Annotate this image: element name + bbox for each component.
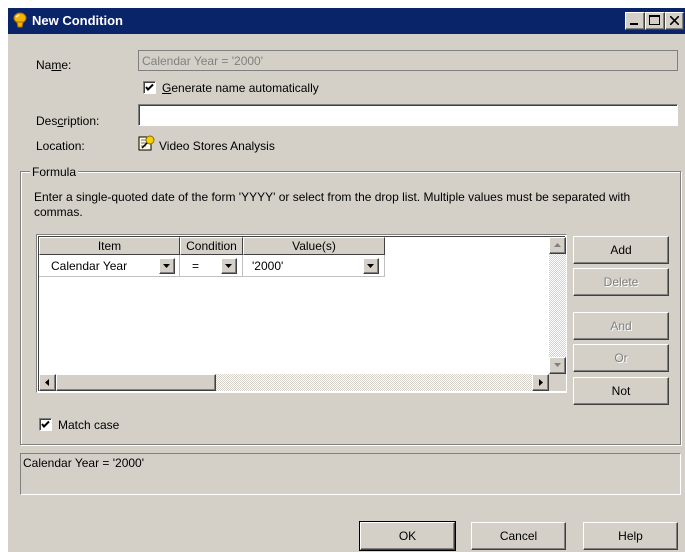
- business-area-icon: [138, 134, 156, 155]
- vertical-scrollbar[interactable]: [549, 237, 566, 374]
- preview-box: Calendar Year = '2000': [20, 453, 681, 495]
- or-button-label: Or: [614, 351, 628, 365]
- maximize-icon: [649, 15, 660, 25]
- not-button-label: Not: [611, 384, 631, 398]
- chevron-up-icon: [554, 243, 561, 247]
- column-header-condition[interactable]: Condition: [180, 237, 243, 255]
- preview-text: Calendar Year = '2000': [23, 456, 145, 470]
- item-dropdown-button[interactable]: [159, 258, 175, 274]
- or-button[interactable]: Or: [573, 344, 669, 372]
- cancel-button[interactable]: Cancel: [471, 522, 566, 550]
- values-value: '2000': [252, 259, 284, 273]
- close-icon: [670, 16, 679, 25]
- formula-group-label: Formula: [30, 165, 79, 179]
- chevron-down-icon: [163, 264, 170, 268]
- formula-grid: Item Condition Value(s) Calendar Year =: [36, 234, 567, 393]
- close-button[interactable]: [665, 12, 684, 30]
- scroll-right-button[interactable]: [532, 374, 549, 391]
- and-button-label: And: [610, 319, 632, 333]
- description-input[interactable]: [138, 104, 678, 126]
- checkmark-icon: [41, 420, 50, 428]
- chevron-left-icon: [45, 379, 49, 386]
- condition-value: =: [192, 259, 200, 273]
- ok-button[interactable]: OK: [360, 522, 455, 550]
- minimize-icon: [630, 23, 638, 25]
- formula-instructions: Enter a single-quoted date of the form '…: [34, 190, 631, 219]
- scroll-thumb[interactable]: [56, 374, 216, 391]
- add-button[interactable]: Add: [573, 236, 669, 264]
- location-value: Video Stores Analysis: [159, 139, 275, 153]
- minimize-button[interactable]: [625, 12, 645, 30]
- delete-button[interactable]: Delete: [573, 268, 669, 296]
- and-button[interactable]: And: [573, 312, 669, 340]
- horizontal-scrollbar[interactable]: [39, 374, 549, 391]
- maximize-button[interactable]: [645, 12, 665, 30]
- match-case-label[interactable]: Match case: [58, 418, 119, 432]
- table-row: Calendar Year = '2000': [39, 255, 385, 277]
- condition-cell[interactable]: =: [180, 255, 243, 277]
- new-condition-dialog: New Condition Name: Calendar Year = '200…: [8, 8, 685, 552]
- chevron-right-icon: [539, 379, 543, 386]
- help-button-label: Help: [618, 529, 643, 543]
- values-cell[interactable]: '2000': [243, 255, 385, 277]
- ok-button-label: OK: [398, 529, 417, 543]
- checkmark-icon: [145, 83, 154, 91]
- name-value: Calendar Year = '2000': [142, 54, 264, 68]
- delete-button-label: Delete: [603, 275, 639, 289]
- add-button-label: Add: [610, 243, 632, 257]
- item-cell[interactable]: Calendar Year: [39, 255, 180, 277]
- scroll-corner: [549, 374, 566, 391]
- generate-name-checkbox[interactable]: [143, 81, 156, 94]
- values-dropdown-button[interactable]: [363, 258, 379, 274]
- chevron-down-icon: [554, 363, 561, 367]
- item-value: Calendar Year: [51, 259, 128, 273]
- not-button[interactable]: Not: [573, 377, 669, 405]
- cancel-button-label: Cancel: [499, 529, 538, 543]
- scroll-left-button[interactable]: [39, 374, 56, 391]
- title-bar[interactable]: New Condition: [8, 8, 685, 34]
- column-header-values[interactable]: Value(s): [243, 237, 385, 255]
- chevron-down-icon: [367, 264, 374, 268]
- help-button[interactable]: Help: [583, 522, 678, 550]
- location-label: Location:: [36, 139, 85, 153]
- name-label: Name:: [36, 58, 72, 72]
- condition-icon: [12, 12, 28, 30]
- column-header-item[interactable]: Item: [39, 237, 180, 255]
- name-field[interactable]: Calendar Year = '2000': [138, 50, 678, 71]
- window-title: New Condition: [32, 13, 123, 28]
- chevron-down-icon: [225, 264, 232, 268]
- match-case-checkbox[interactable]: [39, 418, 52, 431]
- condition-dropdown-button[interactable]: [221, 258, 237, 274]
- scroll-up-button[interactable]: [549, 237, 566, 254]
- generate-name-label[interactable]: Generate name automatically: [162, 81, 319, 95]
- scroll-down-button[interactable]: [549, 357, 566, 374]
- description-label: Description:: [36, 114, 100, 128]
